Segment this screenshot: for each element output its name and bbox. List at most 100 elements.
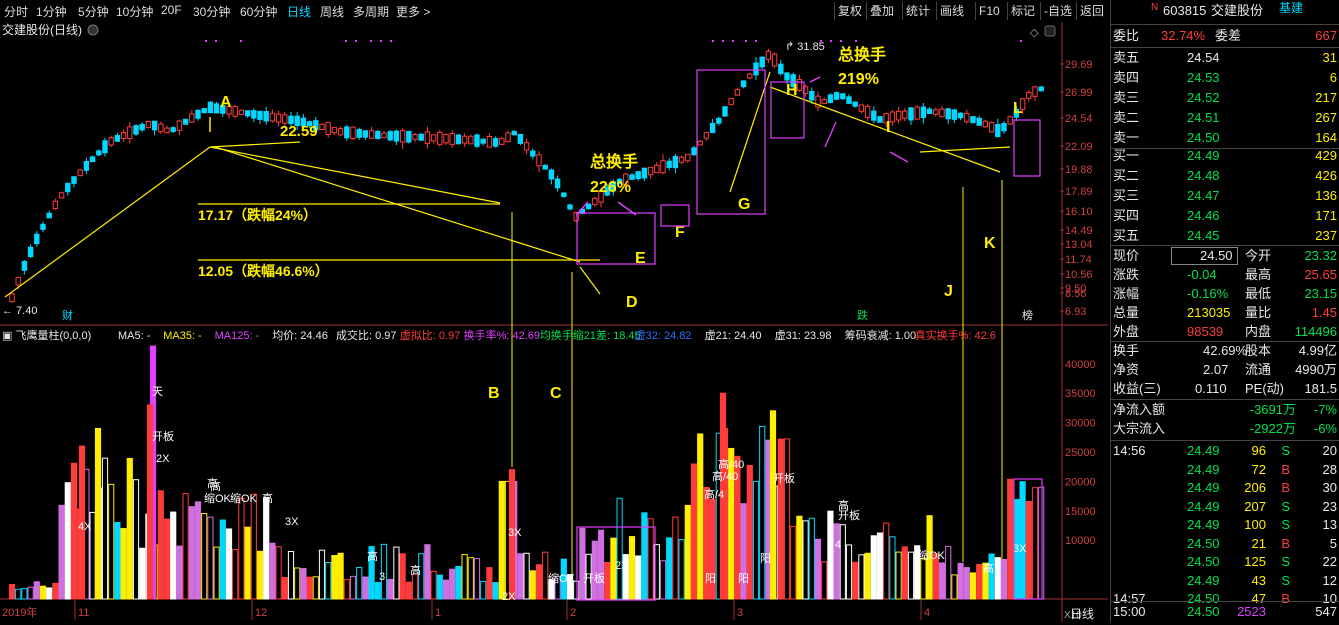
- volume-bar: [94, 427, 102, 600]
- chart-title: 交建股份(日线): [2, 22, 82, 37]
- candle-body: [511, 130, 517, 136]
- stat2-label: 股本: [1245, 343, 1272, 358]
- candle-body: [65, 182, 71, 193]
- candle-body: [133, 125, 139, 135]
- volume-bar: [889, 536, 896, 600]
- period-tab-10[interactable]: 更多 >: [396, 3, 430, 20]
- sector-badge[interactable]: 基建: [1279, 0, 1303, 17]
- candle-body: [412, 134, 418, 140]
- volume-bar-label: 3: [379, 571, 385, 583]
- stat-label: 今开: [1245, 248, 1272, 263]
- volume-bar: [455, 565, 462, 600]
- period-tab-8[interactable]: 周线: [320, 3, 344, 20]
- period-tab-0[interactable]: 分时: [4, 3, 28, 20]
- candle-body: [740, 80, 747, 88]
- volume-bar: [182, 493, 189, 600]
- volume-bar: [814, 538, 822, 600]
- toolbar-btn-0[interactable]: 复权: [834, 2, 865, 20]
- divider: [1111, 399, 1339, 400]
- volume-bar-label: 4: [835, 539, 841, 551]
- candle-body: [530, 150, 536, 157]
- candle-body: [926, 108, 933, 115]
- toolbar-btn-3[interactable]: 画线: [936, 2, 967, 20]
- toolbar-btn-2[interactable]: 统计: [902, 2, 933, 20]
- volume-bar: [659, 560, 667, 600]
- period-tab-9[interactable]: 多周期: [353, 3, 389, 20]
- candlestick-chart[interactable]: 交建股份(日线)29.6926.9924.5422.0919.8817.8916…: [0, 22, 1108, 622]
- volume-bar: [176, 545, 183, 600]
- candle-body: [778, 63, 784, 75]
- flow-value: -3691万: [1249, 402, 1296, 417]
- price-tick: 19.88: [1065, 164, 1093, 176]
- sell-row-5: 卖五 24.54 31: [1111, 49, 1339, 67]
- flow-pct: -7%: [1313, 402, 1337, 417]
- volume-bar: [52, 582, 59, 600]
- volume-bar: [864, 552, 871, 600]
- period-label[interactable]: 日线: [1070, 607, 1094, 621]
- period-tab-5[interactable]: 30分钟: [193, 3, 230, 20]
- date-tick: 2: [570, 607, 576, 619]
- period-tab-3[interactable]: 10分钟: [116, 3, 153, 20]
- candle-body: [468, 135, 474, 145]
- candle-body: [654, 164, 660, 174]
- divider: [1111, 245, 1339, 246]
- candle-body: [970, 116, 976, 124]
- volume-bar: [752, 480, 760, 600]
- period-tab-6[interactable]: 60分钟: [240, 3, 277, 20]
- candle-body: [889, 111, 896, 123]
- toolbar-btn-1[interactable]: 叠加: [866, 2, 897, 20]
- flow-label: 大宗流入: [1113, 421, 1166, 436]
- high-marker: ↱ 31.85: [785, 41, 825, 53]
- tick-count: 547: [1315, 604, 1337, 619]
- volume-bar: [951, 574, 958, 600]
- candle-body: [251, 110, 257, 119]
- period-tab-7[interactable]: 日线: [287, 3, 311, 20]
- diamond-icon[interactable]: ◇: [1030, 27, 1039, 39]
- candle-body: [995, 123, 1001, 138]
- stat2-value: 42.69%: [1203, 343, 1248, 358]
- volume-bar: [883, 522, 890, 600]
- period-tab-4[interactable]: 20F: [161, 3, 182, 17]
- volume-bar: [139, 547, 146, 600]
- period-tab-1[interactable]: 1分钟: [36, 3, 67, 20]
- volume-bar: [697, 433, 704, 600]
- tick-price: 24.50: [1187, 604, 1220, 619]
- candle-body: [536, 154, 542, 167]
- price-tick: 11.74: [1065, 254, 1092, 266]
- label-turnover1: 总换手: [590, 152, 638, 171]
- chart-options-icon[interactable]: [87, 24, 99, 36]
- toolbar-btn-5[interactable]: 标记: [1007, 2, 1038, 20]
- chart-area[interactable]: 交建股份(日线) 29.69 26.99 24.54 22.09 19.88 17.89 16…: [0, 22, 1108, 622]
- tick-vol: 2523: [1237, 604, 1266, 619]
- candle-body: [474, 134, 480, 147]
- toolbar-btn-6[interactable]: -自选: [1040, 2, 1075, 20]
- volume-bar: [21, 587, 28, 600]
- sell-vol: 6: [1329, 70, 1337, 85]
- candle-body: [852, 101, 858, 107]
- volume-bar: [870, 535, 877, 600]
- candle-body: [15, 276, 21, 286]
- scroll-up-icon[interactable]: [1044, 25, 1056, 37]
- tick-side: S: [1281, 572, 1290, 588]
- signal-dot: [240, 40, 242, 42]
- toolbar-btn-4[interactable]: F10: [975, 2, 1003, 20]
- volume-bar: [207, 516, 214, 600]
- volume-bar: [839, 524, 846, 600]
- tick-price: 24.49: [1187, 572, 1220, 588]
- buy-row-1: 买一 24.49 429: [1111, 147, 1339, 165]
- label-D: D: [626, 294, 638, 311]
- buy-row-5: 买五 24.45 237: [1111, 227, 1339, 245]
- volume-bar: [907, 551, 915, 600]
- volume-bar-label: 开板: [773, 471, 795, 485]
- wb-label: 委比: [1113, 28, 1140, 43]
- tick-price: 24.49: [1187, 517, 1220, 532]
- candle-body: [920, 106, 927, 118]
- volume-bar: [467, 557, 474, 600]
- period-tab-2[interactable]: 5分钟: [78, 3, 109, 20]
- toolbar-btn-7[interactable]: 返回: [1076, 2, 1107, 20]
- flow-value: -2922万: [1249, 421, 1296, 436]
- volume-bar: [783, 438, 791, 600]
- indicator-item-3: 均价: 24.46: [272, 329, 328, 342]
- candle-body: [809, 91, 815, 101]
- signal-dot: [722, 40, 724, 42]
